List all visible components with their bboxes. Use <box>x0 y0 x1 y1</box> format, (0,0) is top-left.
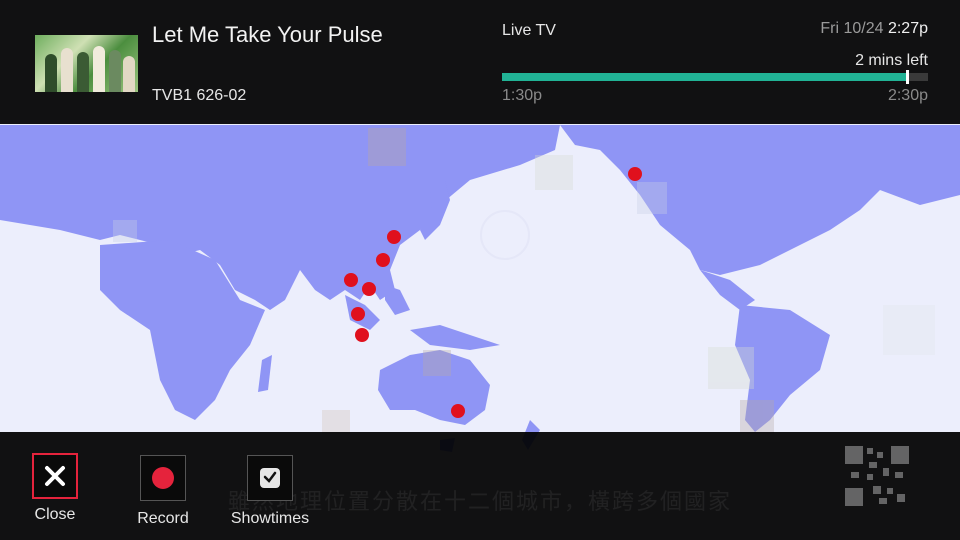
date-label: Fri 10/24 <box>820 20 884 37</box>
close-label: Close <box>34 506 76 523</box>
record-button[interactable]: Record <box>136 455 190 528</box>
clock-label: 2:27p <box>887 20 928 37</box>
showtimes-label: Showtimes <box>230 510 310 527</box>
showtimes-button[interactable]: Showtimes <box>228 455 312 528</box>
progress-bar <box>502 70 928 84</box>
record-icon <box>152 467 174 489</box>
date-time: Fri 10/24 2:27p <box>820 20 928 38</box>
clock-icon <box>260 468 280 488</box>
program-info-bar: Let Me Take Your Pulse TVB1 626-02 Live … <box>0 0 960 124</box>
program-thumbnail <box>35 35 138 92</box>
close-button[interactable]: Close <box>31 453 79 524</box>
start-time-label: 1:30p <box>502 87 543 104</box>
record-button-box[interactable] <box>140 455 186 501</box>
close-button-box[interactable] <box>32 453 78 499</box>
qr-code-watermark <box>845 446 909 506</box>
program-title: Let Me Take Your Pulse <box>152 22 383 47</box>
record-label: Record <box>137 510 189 527</box>
live-tv-label: Live TV <box>502 22 556 39</box>
progress-marker <box>905 70 909 84</box>
showtimes-button-box[interactable] <box>247 455 293 501</box>
progress-fill <box>502 73 907 81</box>
time-left-label: 2 mins left <box>855 52 928 69</box>
close-icon <box>45 466 65 486</box>
end-time-label: 2:30p <box>887 87 928 104</box>
channel-label: TVB1 626-02 <box>152 87 247 104</box>
